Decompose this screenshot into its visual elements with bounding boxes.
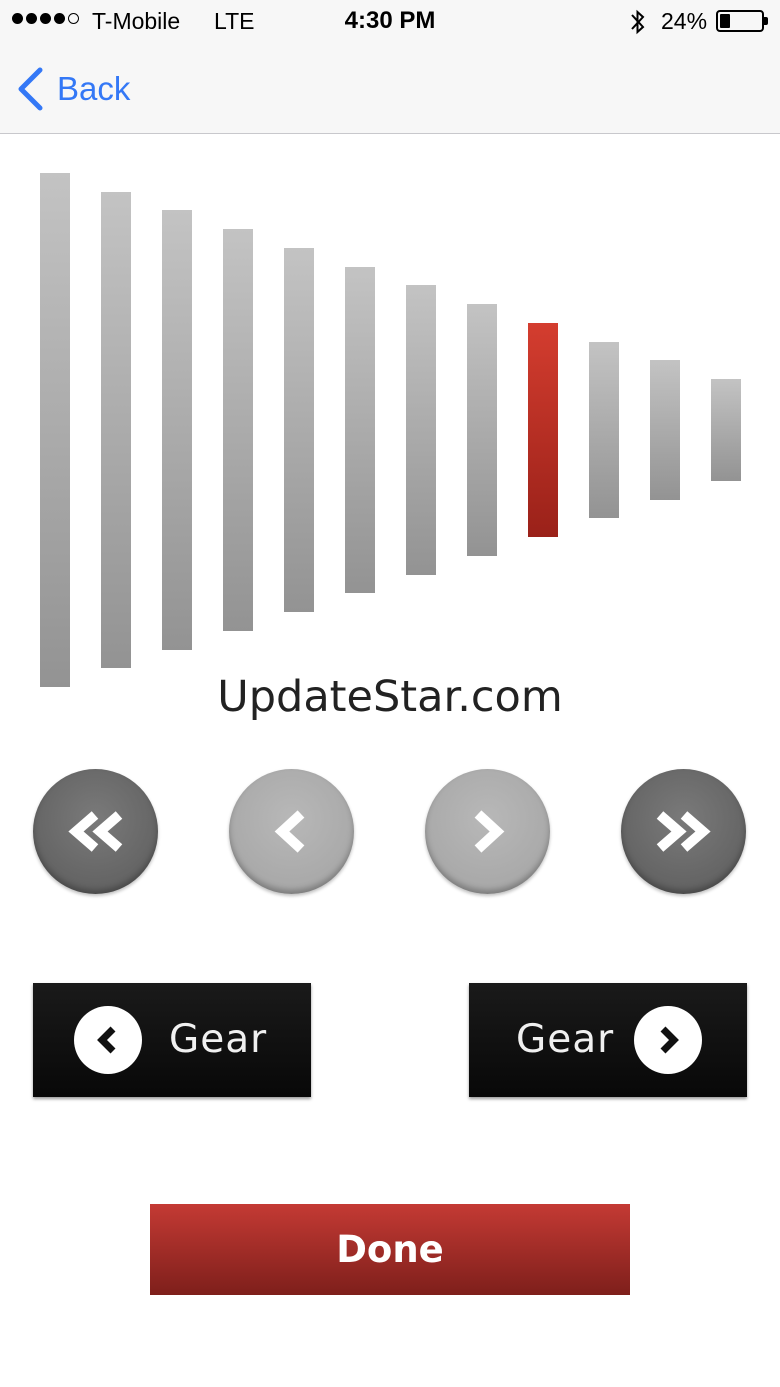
gear-bar	[223, 229, 253, 631]
back-button[interactable]: Back	[16, 66, 130, 112]
gear-bar	[162, 210, 192, 650]
watermark-text: UpdateStar.com	[217, 672, 563, 722]
status-bar: T-Mobile LTE 4:30 PM 24%	[0, 0, 780, 44]
gear-bar	[101, 191, 131, 669]
done-button[interactable]: Done	[150, 1204, 630, 1295]
double-chevron-right-icon	[656, 811, 711, 852]
gear-bar	[650, 360, 680, 500]
gear-bar	[284, 247, 314, 613]
navigation-bar: Back	[0, 44, 780, 134]
back-label: Back	[57, 70, 131, 107]
double-chevron-left-icon	[68, 811, 123, 852]
gear-indicator	[0, 140, 780, 700]
battery-percent: 24%	[661, 8, 708, 34]
gear-bar	[40, 173, 70, 687]
previous-gear-button[interactable]	[229, 769, 354, 894]
first-gear-button[interactable]	[33, 769, 158, 894]
bluetooth-icon	[631, 9, 645, 35]
gear-up-label: Gear	[516, 1017, 615, 1062]
gear-bar	[467, 304, 497, 556]
chevron-right-circle-icon	[634, 1006, 702, 1074]
gear-up-button[interactable]: Gear	[469, 983, 747, 1097]
chevron-left-icon	[18, 67, 43, 111]
gear-down-button[interactable]: Gear	[33, 983, 311, 1097]
chevron-left-icon	[274, 810, 305, 853]
gear-bar	[711, 379, 741, 481]
battery-icon	[716, 10, 768, 32]
last-gear-button[interactable]	[621, 769, 746, 894]
gear-bar-active	[528, 322, 558, 538]
done-label: Done	[336, 1228, 444, 1271]
gear-down-label: Gear	[169, 1017, 268, 1062]
next-gear-button[interactable]	[425, 769, 550, 894]
chevron-right-icon	[474, 810, 505, 853]
gear-bar	[589, 341, 619, 519]
gear-bar	[345, 266, 375, 594]
chevron-left-circle-icon	[74, 1006, 142, 1074]
gear-bar	[406, 285, 436, 575]
